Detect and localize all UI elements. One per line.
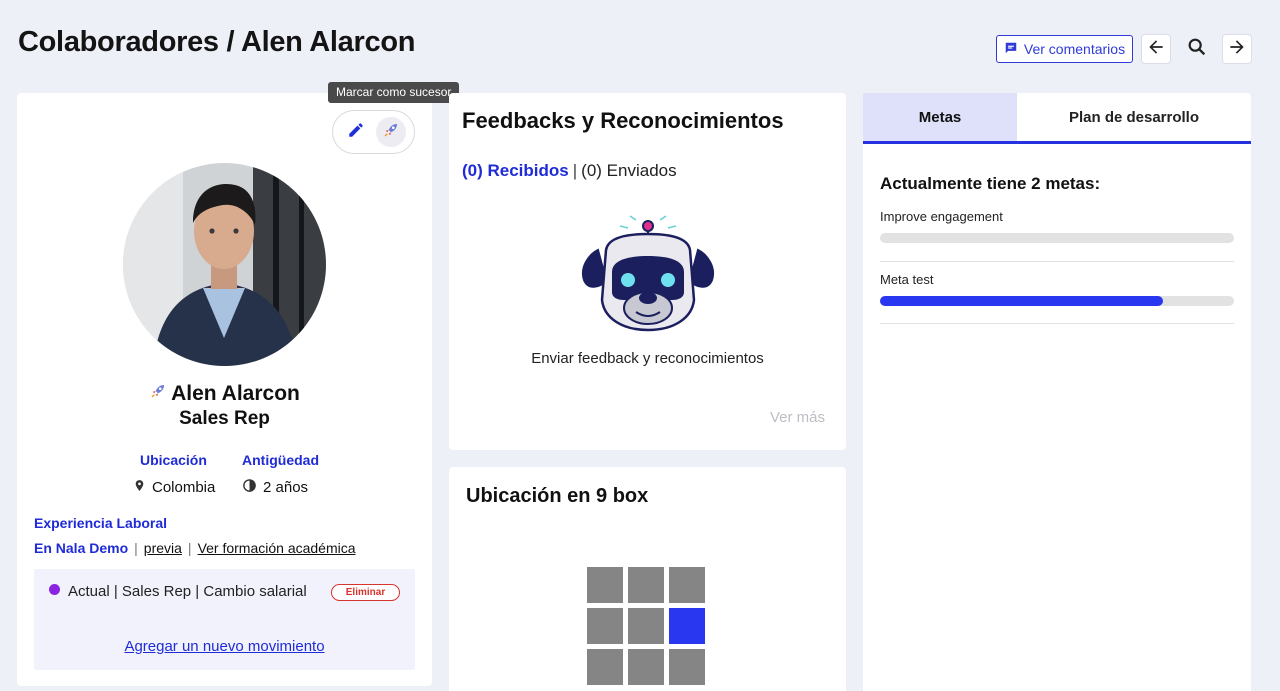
delete-movement-button[interactable]: Eliminar <box>331 584 400 601</box>
ninebox-title: Ubicación en 9 box <box>466 485 649 507</box>
ninebox-cell-1-1 <box>628 608 664 644</box>
goal-name: Meta test <box>880 272 934 287</box>
tab-underline <box>863 141 1251 144</box>
tab-sent[interactable]: (0) Enviados <box>581 161 676 181</box>
send-feedback-cta[interactable]: Enviar feedback y reconocimientos <box>449 350 846 367</box>
mark-successor-button[interactable] <box>375 117 406 147</box>
location-pin-icon <box>133 478 146 497</box>
see-more-link[interactable]: Ver más <box>770 409 825 426</box>
pencil-icon <box>347 121 365 144</box>
previous-button[interactable] <box>1142 35 1170 63</box>
arrow-left-icon <box>1146 37 1166 62</box>
search-icon <box>1186 36 1208 63</box>
add-movement-link[interactable]: Agregar un nuevo movimiento <box>34 638 415 655</box>
profile-role: Sales Rep <box>179 408 270 429</box>
location-label: Ubicación <box>140 452 207 468</box>
seniority-value-text: 2 años <box>263 479 309 496</box>
ninebox-cell-2-1 <box>628 649 664 685</box>
movement-text: Actual | Sales Rep | Cambio salarial <box>68 583 307 600</box>
feedback-title: Feedbacks y Reconocimientos <box>462 108 784 133</box>
edit-button[interactable] <box>341 117 371 147</box>
next-button[interactable] <box>1223 35 1251 63</box>
movement-status-dot <box>49 584 60 595</box>
profile-name-text: Alen Alarcon <box>171 382 300 405</box>
divider <box>880 261 1234 262</box>
arrow-right-icon <box>1227 37 1247 62</box>
profile-actions <box>332 110 415 154</box>
page-title: Colaboradores / Alen Alarcon <box>18 26 416 58</box>
seniority-value: 2 años <box>242 478 308 497</box>
view-comments-label: Ver comentarios <box>1023 41 1126 57</box>
tab-received[interactable]: (0) Recibidos <box>462 161 569 181</box>
comment-icon <box>1004 41 1018 58</box>
ninebox-grid <box>587 567 708 688</box>
goal-progress-bar <box>880 233 1234 243</box>
profile-name: Alen Alarcon <box>17 382 432 406</box>
goal-progress-bar <box>880 296 1234 306</box>
view-comments-button[interactable]: Ver comentarios <box>996 35 1133 63</box>
clock-icon <box>242 478 257 497</box>
ninebox-cell-1-2 <box>669 608 705 644</box>
goal-progress-fill <box>880 296 1164 306</box>
experience-previous-link[interactable]: previa <box>144 540 182 556</box>
experience-links: En Nala Demo | previa | Ver formación ac… <box>34 540 356 556</box>
ninebox-cell-1-0 <box>587 608 623 644</box>
academic-training-link[interactable]: Ver formación académica <box>198 540 356 556</box>
feedback-tabs: (0) Recibidos | (0) Enviados <box>462 161 677 181</box>
ninebox-cell-2-0 <box>587 649 623 685</box>
search-button[interactable] <box>1183 35 1211 63</box>
rocket-icon <box>149 382 167 406</box>
experience-label: Experiencia Laboral <box>34 515 168 531</box>
goals-summary: Actualmente tiene 2 metas: <box>880 174 1101 193</box>
avatar <box>123 163 326 366</box>
robot-dog-mascot-icon <box>578 210 718 338</box>
tab-goals[interactable]: Metas <box>863 93 1017 141</box>
rocket-icon <box>382 121 400 144</box>
ninebox-cell-2-2 <box>669 649 705 685</box>
experience-current-link[interactable]: En Nala Demo <box>34 540 128 556</box>
ninebox-cell-0-1 <box>628 567 664 603</box>
location-value: Colombia <box>133 478 215 497</box>
ninebox-cell-0-2 <box>669 567 705 603</box>
ninebox-cell-0-0 <box>587 567 623 603</box>
feedback-tab-separator: | <box>572 161 578 180</box>
goal-name: Improve engagement <box>880 209 1003 224</box>
location-value-text: Colombia <box>152 479 216 496</box>
tab-development-plan[interactable]: Plan de desarrollo <box>1017 93 1251 141</box>
successor-tooltip: Marcar como sucesor <box>328 82 460 103</box>
divider <box>880 323 1234 324</box>
seniority-label: Antigüedad <box>242 452 319 468</box>
